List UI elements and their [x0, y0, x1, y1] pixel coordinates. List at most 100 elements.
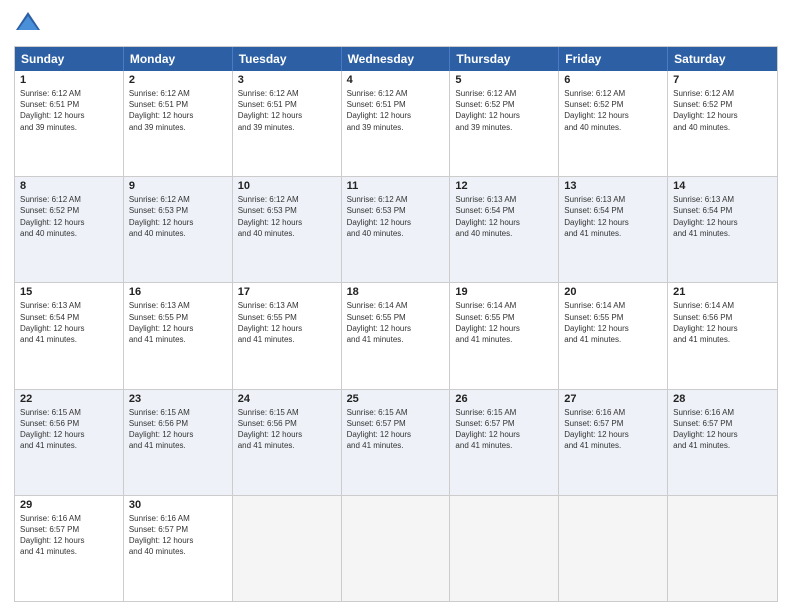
cell-info: Sunrise: 6:13 AMSunset: 6:55 PMDaylight:…	[238, 300, 336, 345]
calendar-cell-17: 17 Sunrise: 6:13 AMSunset: 6:55 PMDayligh…	[233, 283, 342, 388]
cell-info: Sunrise: 6:15 AMSunset: 6:56 PMDaylight:…	[20, 407, 118, 452]
cell-info: Sunrise: 6:12 AMSunset: 6:53 PMDaylight:…	[347, 194, 445, 239]
calendar-row-4: 22 Sunrise: 6:15 AMSunset: 6:56 PMDayligh…	[15, 390, 777, 496]
day-number: 19	[455, 286, 553, 298]
calendar-cell-21: 21 Sunrise: 6:14 AMSunset: 6:56 PMDayligh…	[668, 283, 777, 388]
day-number: 30	[129, 499, 227, 511]
day-number: 9	[129, 180, 227, 192]
day-number: 3	[238, 74, 336, 86]
calendar-cell-empty	[450, 496, 559, 601]
calendar-row-2: 8 Sunrise: 6:12 AMSunset: 6:52 PMDaylight…	[15, 177, 777, 283]
day-number: 10	[238, 180, 336, 192]
cell-info: Sunrise: 6:12 AMSunset: 6:52 PMDaylight:…	[455, 88, 553, 133]
calendar-cell-27: 27 Sunrise: 6:16 AMSunset: 6:57 PMDayligh…	[559, 390, 668, 495]
day-number: 4	[347, 74, 445, 86]
calendar-cell-empty	[559, 496, 668, 601]
cell-info: Sunrise: 6:12 AMSunset: 6:51 PMDaylight:…	[129, 88, 227, 133]
day-number: 28	[673, 393, 772, 405]
cell-info: Sunrise: 6:12 AMSunset: 6:51 PMDaylight:…	[238, 88, 336, 133]
cell-info: Sunrise: 6:13 AMSunset: 6:54 PMDaylight:…	[20, 300, 118, 345]
cell-info: Sunrise: 6:14 AMSunset: 6:56 PMDaylight:…	[673, 300, 772, 345]
calendar-cell-29: 29 Sunrise: 6:16 AMSunset: 6:57 PMDayligh…	[15, 496, 124, 601]
day-number: 27	[564, 393, 662, 405]
calendar-row-5: 29 Sunrise: 6:16 AMSunset: 6:57 PMDayligh…	[15, 496, 777, 601]
calendar-cell-16: 16 Sunrise: 6:13 AMSunset: 6:55 PMDayligh…	[124, 283, 233, 388]
day-number: 5	[455, 74, 553, 86]
day-of-week-sunday: Sunday	[15, 47, 124, 71]
calendar-cell-18: 18 Sunrise: 6:14 AMSunset: 6:55 PMDayligh…	[342, 283, 451, 388]
day-number: 29	[20, 499, 118, 511]
cell-info: Sunrise: 6:13 AMSunset: 6:54 PMDaylight:…	[673, 194, 772, 239]
day-of-week-tuesday: Tuesday	[233, 47, 342, 71]
day-number: 14	[673, 180, 772, 192]
calendar-cell-24: 24Sunrise: 6:15 AMSunset: 6:56 PMDayligh…	[233, 390, 342, 495]
page: SundayMondayTuesdayWednesdayThursdayFrid…	[0, 0, 792, 612]
calendar-cell-15: 15Sunrise: 6:13 AMSunset: 6:54 PMDayligh…	[15, 283, 124, 388]
logo-icon	[14, 10, 42, 38]
calendar-cell-7: 7Sunrise: 6:12 AMSunset: 6:52 PMDaylight…	[668, 71, 777, 176]
day-of-week-monday: Monday	[124, 47, 233, 71]
calendar-cell-23: 23 Sunrise: 6:15 AMSunset: 6:56 PMDayligh…	[124, 390, 233, 495]
day-number: 16	[129, 286, 227, 298]
cell-info: Sunrise: 6:16 AMSunset: 6:57 PMDaylight:…	[129, 513, 227, 558]
day-number: 1	[20, 74, 118, 86]
day-of-week-wednesday: Wednesday	[342, 47, 451, 71]
calendar-cell-20: 20 Sunrise: 6:14 AMSunset: 6:55 PMDayligh…	[559, 283, 668, 388]
cell-info: Sunrise: 6:12 AMSunset: 6:52 PMDaylight:…	[564, 88, 662, 133]
day-number: 17	[238, 286, 336, 298]
cell-info: Sunrise: 6:12 AMSunset: 6:52 PMDaylight:…	[20, 194, 118, 239]
cell-info: Sunrise: 6:12 AMSunset: 6:51 PMDaylight:…	[347, 88, 445, 133]
day-number: 21	[673, 286, 772, 298]
day-number: 11	[347, 180, 445, 192]
cell-info: Sunrise: 6:14 AMSunset: 6:55 PMDaylight:…	[347, 300, 445, 345]
calendar-cell-empty	[668, 496, 777, 601]
cell-info: Sunrise: 6:12 AMSunset: 6:51 PMDaylight:…	[20, 88, 118, 133]
header	[14, 10, 778, 38]
day-number: 7	[673, 74, 772, 86]
calendar-cell-30: 30 Sunrise: 6:16 AMSunset: 6:57 PMDayligh…	[124, 496, 233, 601]
calendar-cell-11: 11 Sunrise: 6:12 AMSunset: 6:53 PMDayligh…	[342, 177, 451, 282]
cell-info: Sunrise: 6:15 AMSunset: 6:57 PMDaylight:…	[455, 407, 553, 452]
day-number: 23	[129, 393, 227, 405]
cell-info: Sunrise: 6:14 AMSunset: 6:55 PMDaylight:…	[564, 300, 662, 345]
calendar-cell-22: 22 Sunrise: 6:15 AMSunset: 6:56 PMDayligh…	[15, 390, 124, 495]
calendar-cell-9: 9 Sunrise: 6:12 AMSunset: 6:53 PMDaylight…	[124, 177, 233, 282]
calendar-row-3: 15Sunrise: 6:13 AMSunset: 6:54 PMDayligh…	[15, 283, 777, 389]
calendar-cell-25: 25Sunrise: 6:15 AMSunset: 6:57 PMDayligh…	[342, 390, 451, 495]
calendar-header-row: SundayMondayTuesdayWednesdayThursdayFrid…	[15, 47, 777, 71]
day-number: 24	[238, 393, 336, 405]
calendar-cell-2: 2 Sunrise: 6:12 AMSunset: 6:51 PMDaylight…	[124, 71, 233, 176]
day-number: 6	[564, 74, 662, 86]
cell-info: Sunrise: 6:13 AMSunset: 6:55 PMDaylight:…	[129, 300, 227, 345]
calendar-cell-3: 3 Sunrise: 6:12 AMSunset: 6:51 PMDaylight…	[233, 71, 342, 176]
calendar-cell-28: 28 Sunrise: 6:16 AMSunset: 6:57 PMDayligh…	[668, 390, 777, 495]
day-number: 13	[564, 180, 662, 192]
cell-info: Sunrise: 6:16 AMSunset: 6:57 PMDaylight:…	[564, 407, 662, 452]
calendar-cell-empty	[342, 496, 451, 601]
cell-info: Sunrise: 6:12 AMSunset: 6:53 PMDaylight:…	[129, 194, 227, 239]
calendar-cell-6: 6 Sunrise: 6:12 AMSunset: 6:52 PMDaylight…	[559, 71, 668, 176]
calendar: SundayMondayTuesdayWednesdayThursdayFrid…	[14, 46, 778, 602]
day-number: 22	[20, 393, 118, 405]
day-number: 2	[129, 74, 227, 86]
cell-info: Sunrise: 6:13 AMSunset: 6:54 PMDaylight:…	[455, 194, 553, 239]
calendar-cell-5: 5 Sunrise: 6:12 AMSunset: 6:52 PMDaylight…	[450, 71, 559, 176]
calendar-cell-14: 14 Sunrise: 6:13 AMSunset: 6:54 PMDayligh…	[668, 177, 777, 282]
day-number: 18	[347, 286, 445, 298]
calendar-cell-8: 8 Sunrise: 6:12 AMSunset: 6:52 PMDaylight…	[15, 177, 124, 282]
cell-info: Sunrise: 6:16 AMSunset: 6:57 PMDaylight:…	[20, 513, 118, 558]
calendar-cell-10: 10Sunrise: 6:12 AMSunset: 6:53 PMDayligh…	[233, 177, 342, 282]
cell-info: Sunrise: 6:16 AMSunset: 6:57 PMDaylight:…	[673, 407, 772, 452]
cell-info: Sunrise: 6:13 AMSunset: 6:54 PMDaylight:…	[564, 194, 662, 239]
cell-info: Sunrise: 6:15 AMSunset: 6:56 PMDaylight:…	[129, 407, 227, 452]
calendar-cell-13: 13 Sunrise: 6:13 AMSunset: 6:54 PMDayligh…	[559, 177, 668, 282]
calendar-cell-19: 19 Sunrise: 6:14 AMSunset: 6:55 PMDayligh…	[450, 283, 559, 388]
day-number: 20	[564, 286, 662, 298]
calendar-cell-12: 12Sunrise: 6:13 AMSunset: 6:54 PMDayligh…	[450, 177, 559, 282]
calendar-row-1: 1 Sunrise: 6:12 AMSunset: 6:51 PMDaylight…	[15, 71, 777, 177]
day-number: 8	[20, 180, 118, 192]
cell-info: Sunrise: 6:14 AMSunset: 6:55 PMDaylight:…	[455, 300, 553, 345]
calendar-cell-1: 1 Sunrise: 6:12 AMSunset: 6:51 PMDaylight…	[15, 71, 124, 176]
logo	[14, 10, 46, 38]
calendar-cell-4: 4 Sunrise: 6:12 AMSunset: 6:51 PMDaylight…	[342, 71, 451, 176]
